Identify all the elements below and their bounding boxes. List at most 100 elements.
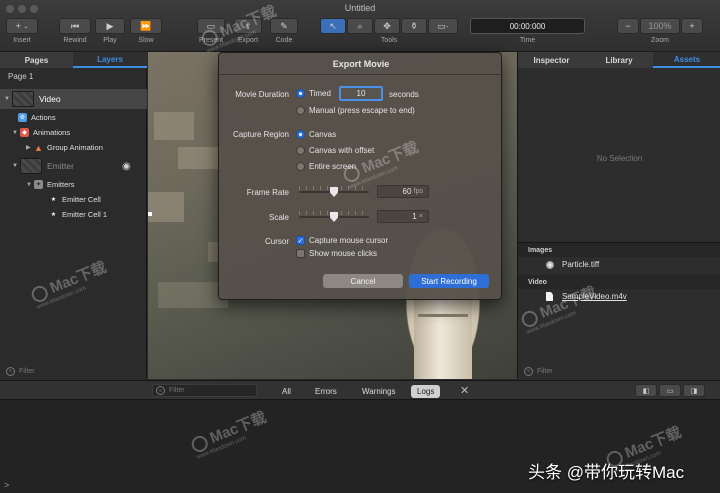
export-button[interactable]: ⇪: [234, 18, 262, 34]
console-filter-input[interactable]: ≡ Filter: [152, 384, 257, 397]
images-section-header: Images: [518, 243, 720, 257]
layer-animations[interactable]: ▼ ◆ Animations: [0, 125, 147, 140]
shape-tool-button[interactable]: ⚱: [401, 18, 427, 34]
unchecked-box-icon: [296, 249, 305, 258]
canvas-option-label: Canvas: [309, 130, 337, 139]
layout-right-button[interactable]: ◨: [683, 384, 705, 397]
layer-emitters[interactable]: ▼ ✦ Emitters: [0, 177, 147, 192]
tab-inspector[interactable]: Inspector: [518, 52, 585, 68]
scale-field[interactable]: 1 ×: [377, 210, 429, 223]
radio-unselected-icon: [296, 162, 305, 171]
text-tool-button[interactable]: ▭·: [428, 18, 458, 34]
disclosure-triangle-icon[interactable]: ▼: [12, 130, 20, 136]
clear-log-icon[interactable]: ✕: [460, 384, 469, 397]
zoom-in-button[interactable]: +: [681, 18, 703, 34]
code-button[interactable]: ✎: [270, 18, 298, 34]
layer-label: Actions: [31, 113, 56, 122]
time-display[interactable]: 00:00:000: [470, 18, 585, 34]
rewind-button[interactable]: ⏮: [59, 18, 91, 34]
tab-pages[interactable]: Pages: [0, 52, 73, 68]
radio-unselected-icon: [296, 146, 305, 155]
visibility-eye-icon[interactable]: ◉: [122, 161, 131, 172]
canvas-radio[interactable]: Canvas: [296, 130, 336, 139]
chevron-down-icon: ⌄: [23, 23, 29, 30]
tab-layers[interactable]: Layers: [73, 52, 147, 68]
scale-slider[interactable]: [299, 211, 369, 223]
disclosure-triangle-icon[interactable]: ▼: [12, 163, 20, 169]
checkmark-icon: ✓: [296, 236, 305, 245]
filter-placeholder: Filter: [537, 367, 553, 375]
layer-emitter[interactable]: ▼ Emitter ◉: [0, 156, 147, 176]
layer-label: Animations: [33, 128, 71, 137]
asset-item-video[interactable]: SampleVideo.m4v: [546, 292, 627, 301]
zoom-level[interactable]: 100%: [640, 18, 680, 34]
disclosure-triangle-icon[interactable]: ▼: [26, 182, 34, 188]
plus-icon: +: [689, 21, 695, 31]
sidebar-left-icon: ◧: [642, 387, 650, 395]
frame-rate-field[interactable]: 60 fps: [377, 185, 429, 198]
search-tool-button[interactable]: ⌕: [347, 18, 373, 34]
capture-region-label: Capture Region: [232, 130, 289, 139]
frame-rate-slider[interactable]: [299, 186, 369, 198]
tab-library[interactable]: Library: [585, 52, 653, 68]
insert-button[interactable]: + ⌄: [6, 18, 38, 34]
animations-icon: ◆: [20, 128, 29, 137]
slider-knob[interactable]: [330, 187, 338, 197]
layer-label: Emitter Cell: [62, 195, 101, 204]
layer-label: Video: [39, 94, 61, 104]
asset-label: SampleVideo.m4v: [562, 292, 627, 301]
manual-radio[interactable]: Manual (press escape to end): [296, 106, 415, 115]
fast-forward-icon: ⏩: [140, 20, 152, 31]
layers-filter[interactable]: ≡ Filter: [6, 364, 142, 378]
play-label: Play: [103, 37, 117, 44]
star-icon: ★: [50, 212, 57, 218]
layer-emitter-cell[interactable]: ★ Emitter Cell: [0, 192, 147, 207]
seconds-label: seconds: [389, 90, 419, 99]
show-clicks-checkbox[interactable]: Show mouse clicks: [296, 249, 377, 258]
canvas-with-offset-radio[interactable]: Canvas with offset: [296, 146, 374, 155]
slow-button[interactable]: ⏩: [130, 18, 162, 34]
arrow-pointer-icon: ↖: [329, 20, 337, 31]
emitters-icon: ✦: [34, 180, 43, 189]
present-button[interactable]: ▭: [197, 18, 225, 34]
cancel-button[interactable]: Cancel: [323, 274, 403, 288]
frame-rate-unit: fps: [413, 188, 423, 195]
play-button[interactable]: ▶: [95, 18, 125, 34]
log-tab-all[interactable]: All: [276, 385, 297, 398]
layer-emitter-cell-1[interactable]: ★ Emitter Cell 1: [0, 207, 147, 222]
assets-filter[interactable]: ≡ Filter: [524, 364, 714, 378]
move-tool-button[interactable]: ✥: [374, 18, 400, 34]
asset-item-image[interactable]: Particle.tiff: [546, 260, 599, 269]
scale-unit: ×: [418, 213, 423, 220]
duration-input[interactable]: 10: [339, 86, 383, 101]
select-tool-button[interactable]: ↖: [320, 18, 346, 34]
layer-label: Emitter: [47, 161, 74, 171]
video-thumbnail-icon: [12, 91, 34, 107]
start-recording-button[interactable]: Start Recording: [409, 274, 489, 288]
log-tab-errors[interactable]: Errors: [309, 385, 343, 398]
page-label: Page 1: [8, 72, 34, 81]
layout-left-button[interactable]: ◧: [635, 384, 657, 397]
layer-actions[interactable]: ⚙ Actions: [0, 110, 147, 125]
manual-label: Manual (press escape to end): [309, 106, 415, 115]
log-tab-warnings[interactable]: Warnings: [356, 385, 402, 398]
slider-knob[interactable]: [330, 212, 338, 222]
entire-screen-radio[interactable]: Entire screen: [296, 162, 356, 171]
tower-band: [418, 314, 468, 317]
window-title: Untitled: [344, 3, 376, 13]
log-tab-logs[interactable]: Logs: [411, 385, 441, 398]
export-label: Export: [237, 37, 259, 44]
warning-triangle-icon: ▲: [34, 142, 43, 153]
present-label: Present: [198, 37, 224, 44]
layout-bottom-button[interactable]: ▭: [659, 384, 681, 397]
disclosure-triangle-icon[interactable]: ▶: [26, 144, 34, 151]
layer-video[interactable]: ▼ Video: [0, 89, 147, 109]
selection-handle[interactable]: [148, 212, 152, 216]
timed-radio[interactable]: Timed: [296, 89, 331, 98]
zoom-out-button[interactable]: −: [617, 18, 639, 34]
filter-icon: ≡: [156, 386, 165, 395]
layer-group-animation[interactable]: ▶ ▲ Group Animation: [0, 140, 147, 155]
tab-assets[interactable]: Assets: [653, 52, 720, 68]
capture-cursor-checkbox[interactable]: ✓ Capture mouse cursor: [296, 236, 388, 245]
disclosure-triangle-icon[interactable]: ▼: [4, 96, 12, 102]
